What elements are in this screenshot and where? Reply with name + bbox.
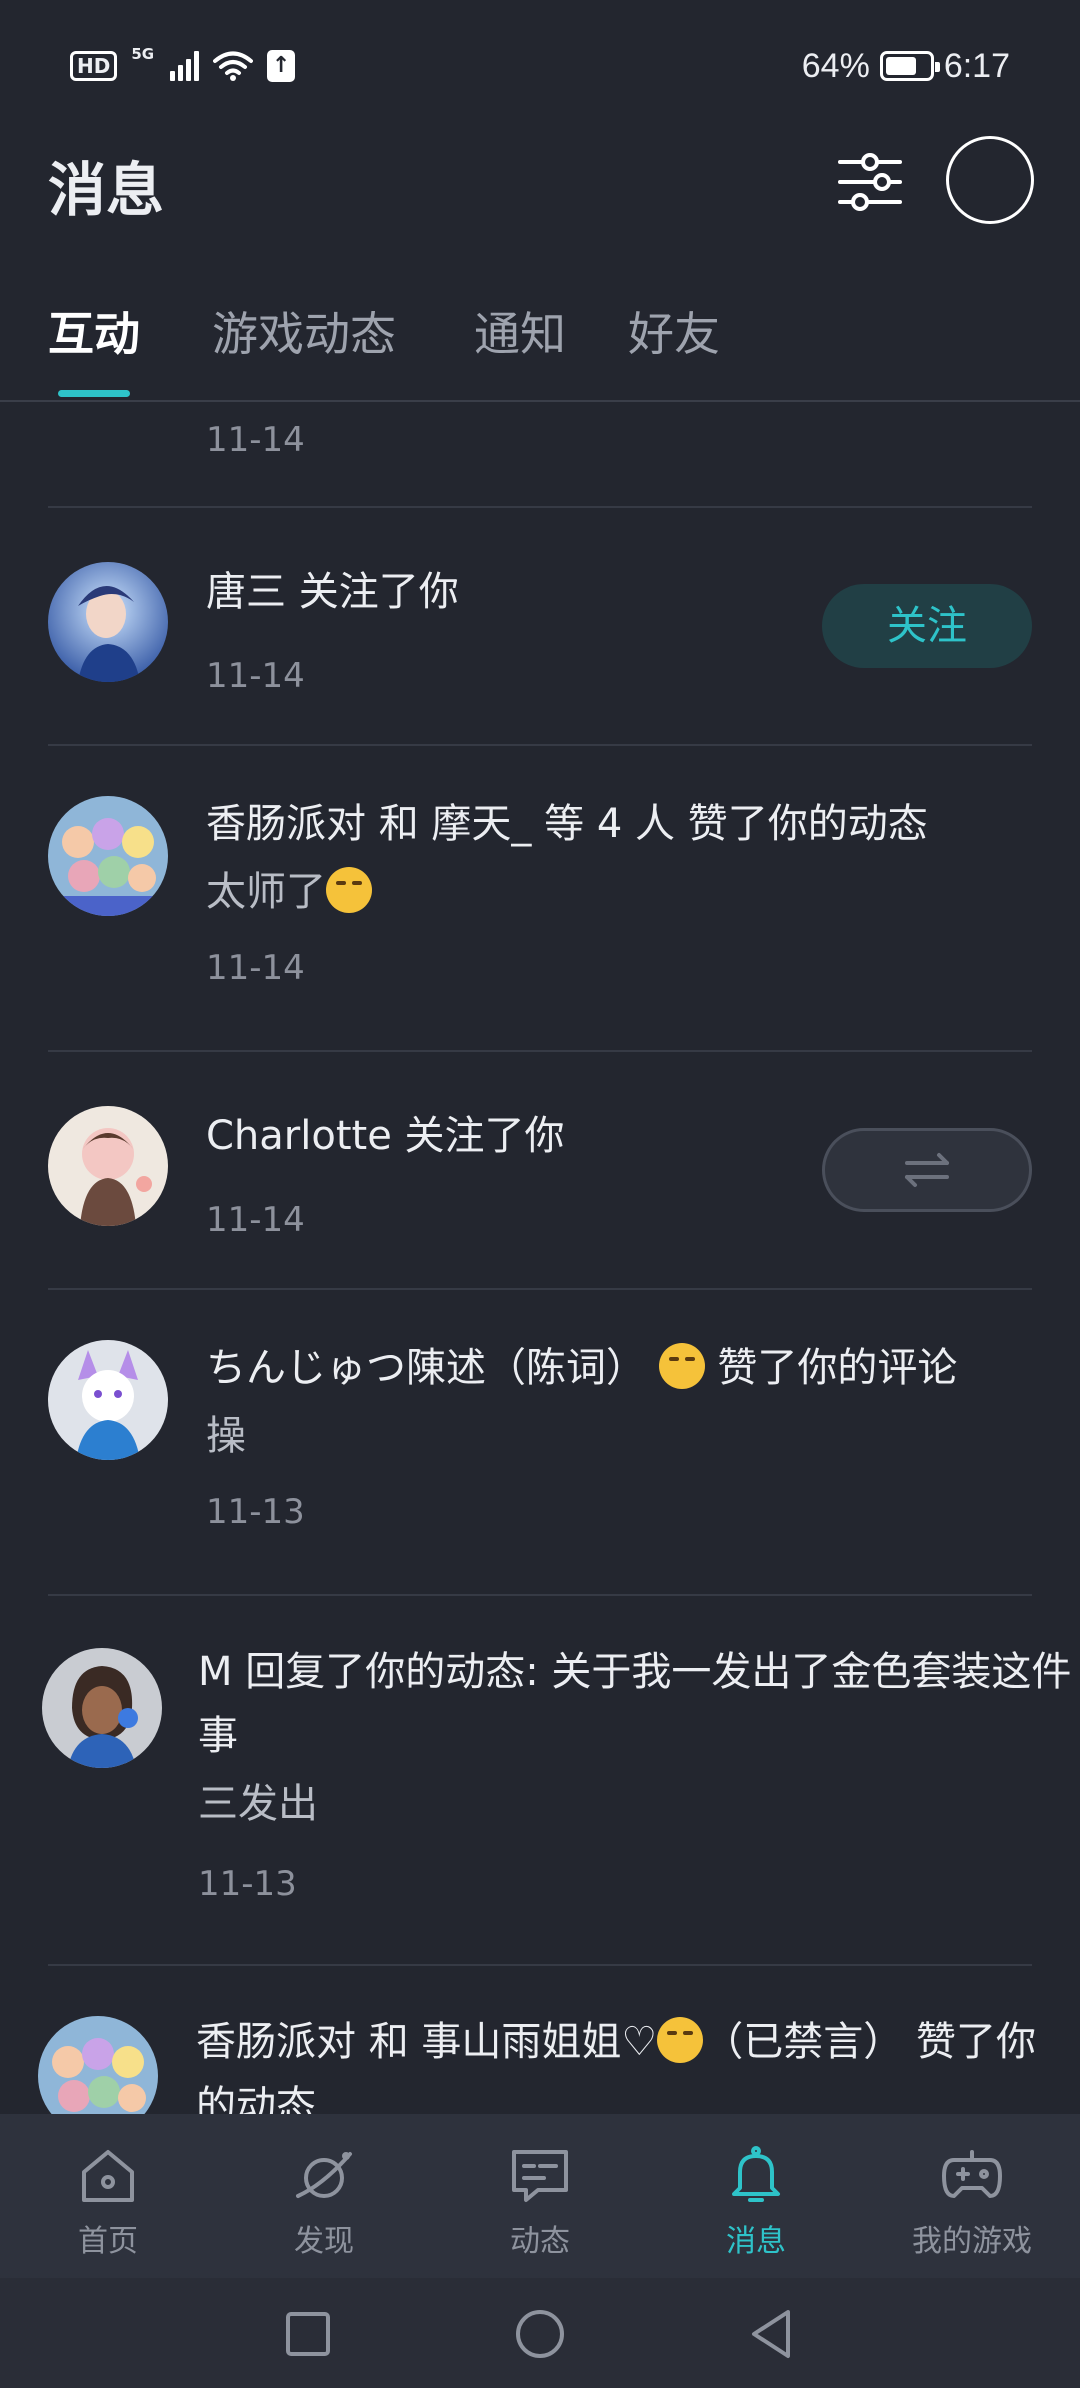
gamepad-icon (942, 2150, 1002, 2198)
list-item[interactable]: 11-14 (0, 404, 1080, 508)
message-list[interactable]: 11-14 唐三 关注了你 11-14 关注 香肠派对 和 摩天_ 等 4 人 … (0, 404, 1080, 2114)
nav-label: 首页 (78, 2224, 138, 2259)
item-title: 香肠派对 和 摩天_ 等 4 人 赞了你的动态 (206, 801, 928, 847)
item-date: 11-14 (206, 420, 305, 460)
user-names: 香肠派对 和 事山雨姐姐♡ (196, 2019, 658, 2065)
filter-button[interactable] (836, 148, 904, 216)
tab-friends[interactable]: 好友 (628, 302, 720, 366)
sliders-icon (838, 153, 902, 211)
mutual-arrows-icon (905, 1153, 949, 1187)
list-item[interactable]: 香肠派对 和 事山雨姐姐♡ （已禁言） 赞了你的动态 (0, 1966, 1080, 2114)
nav-home[interactable]: 首页 (0, 2114, 216, 2278)
system-navigation-bar (0, 2278, 1080, 2388)
user-name: ちんじゅつ陳述（陈词） (206, 1345, 646, 1391)
item-title: 香肠派对 和 事山雨姐姐♡ （已禁言） 赞了你的动态 (196, 2010, 1036, 2114)
hd-indicator: HD (70, 51, 118, 81)
item-date: 11-14 (206, 1200, 305, 1240)
home-icon (82, 2150, 134, 2202)
list-item[interactable]: M 回复了你的动态: 关于我一发出了金色套装这件事 三发出 11-13 (0, 1596, 1080, 1966)
content-text: 太师了 (206, 869, 326, 915)
avatar[interactable] (48, 796, 168, 916)
avatar[interactable] (42, 1648, 162, 1768)
battery-percent: 64% (801, 46, 870, 85)
action-text: 赞了你的评论 (704, 1345, 958, 1391)
nav-discover[interactable]: 发现 (216, 2114, 432, 2278)
nav-label: 我的游戏 (912, 2224, 1032, 2259)
drooling-face-emoji-icon (657, 2017, 704, 2063)
bell-icon (732, 2146, 780, 2202)
status-left: HD 5G ↑ (70, 45, 296, 86)
item-date: 11-14 (206, 656, 305, 696)
nav-feed[interactable]: 动态 (432, 2114, 648, 2278)
item-title: M 回复了你的动态: 关于我一发出了金色套装这件事 (198, 1649, 1072, 1759)
status-bar: HD 5G ↑ 64% 6:17 (0, 0, 1080, 130)
network-type: 5G (131, 45, 155, 63)
tab-bar: 互动 游戏动态 通知 好友 (0, 290, 1080, 402)
header: 消息 (0, 130, 1080, 260)
avatar[interactable] (48, 1106, 168, 1226)
signal-icon (170, 51, 200, 81)
battery-fill (885, 57, 916, 75)
list-item[interactable]: Charlotte 关注了你 11-14 (0, 1052, 1080, 1290)
recents-square-icon[interactable] (280, 2306, 336, 2362)
nav-messages[interactable]: 消息 (648, 2114, 864, 2278)
avatar[interactable] (48, 562, 168, 682)
avatar[interactable] (48, 1340, 168, 1460)
app-screen: HD 5G ↑ 64% 6:17 消息 互动 游戏动态 通知 好友 11-14 … (0, 0, 1080, 2388)
bottom-navigation: 首页 发现 动态 消息 我的游戏 (0, 2114, 1080, 2278)
wifi-icon (213, 51, 254, 81)
tab-notifications[interactable]: 通知 (474, 302, 566, 366)
home-circle-icon[interactable] (512, 2306, 568, 2362)
follow-back-button[interactable]: 关注 (822, 584, 1032, 668)
item-date: 11-14 (206, 948, 305, 988)
discover-planet-icon (296, 2152, 352, 2198)
nav-label: 消息 (726, 2224, 786, 2259)
sweat-smile-emoji-icon (658, 1343, 705, 1389)
mutual-follow-button[interactable] (822, 1128, 1032, 1212)
upload-icon: ↑ (267, 50, 296, 82)
clock: 6:17 (943, 46, 1010, 85)
nav-label: 发现 (294, 2224, 354, 2259)
list-item[interactable]: 唐三 关注了你 11-14 关注 (0, 508, 1080, 746)
page-title: 消息 (48, 156, 165, 224)
item-title: 唐三 关注了你 (206, 569, 459, 615)
item-date: 11-13 (198, 1864, 297, 1904)
back-triangle-icon[interactable] (744, 2306, 800, 2362)
item-content: 操 (206, 1413, 246, 1459)
status-right: 64% 6:17 (802, 44, 1010, 88)
avatar[interactable] (38, 2016, 158, 2114)
tab-game-updates[interactable]: 游戏动态 (212, 302, 396, 366)
tab-interaction[interactable]: 互动 (48, 302, 140, 366)
battery-icon (879, 51, 940, 81)
profile-avatar-button[interactable] (946, 136, 1034, 224)
nav-my-games[interactable]: 我的游戏 (864, 2114, 1080, 2278)
list-item[interactable]: 香肠派对 和 摩天_ 等 4 人 赞了你的动态 太师了 11-14 (0, 746, 1080, 1052)
item-content: 太师了 (206, 862, 372, 922)
active-tab-indicator (58, 390, 130, 397)
item-content: 三发出 (198, 1781, 318, 1827)
item-title: Charlotte 关注了你 (206, 1113, 565, 1159)
item-date: 11-13 (206, 1492, 305, 1532)
list-item[interactable]: ちんじゅつ陳述（陈词） 赞了你的评论 操 11-13 (0, 1290, 1080, 1596)
nav-label: 动态 (510, 2224, 570, 2259)
feed-message-icon (512, 2150, 568, 2202)
drooling-face-emoji-icon (326, 867, 372, 913)
item-title: ちんじゅつ陳述（陈词） 赞了你的评论 (206, 1336, 957, 1400)
